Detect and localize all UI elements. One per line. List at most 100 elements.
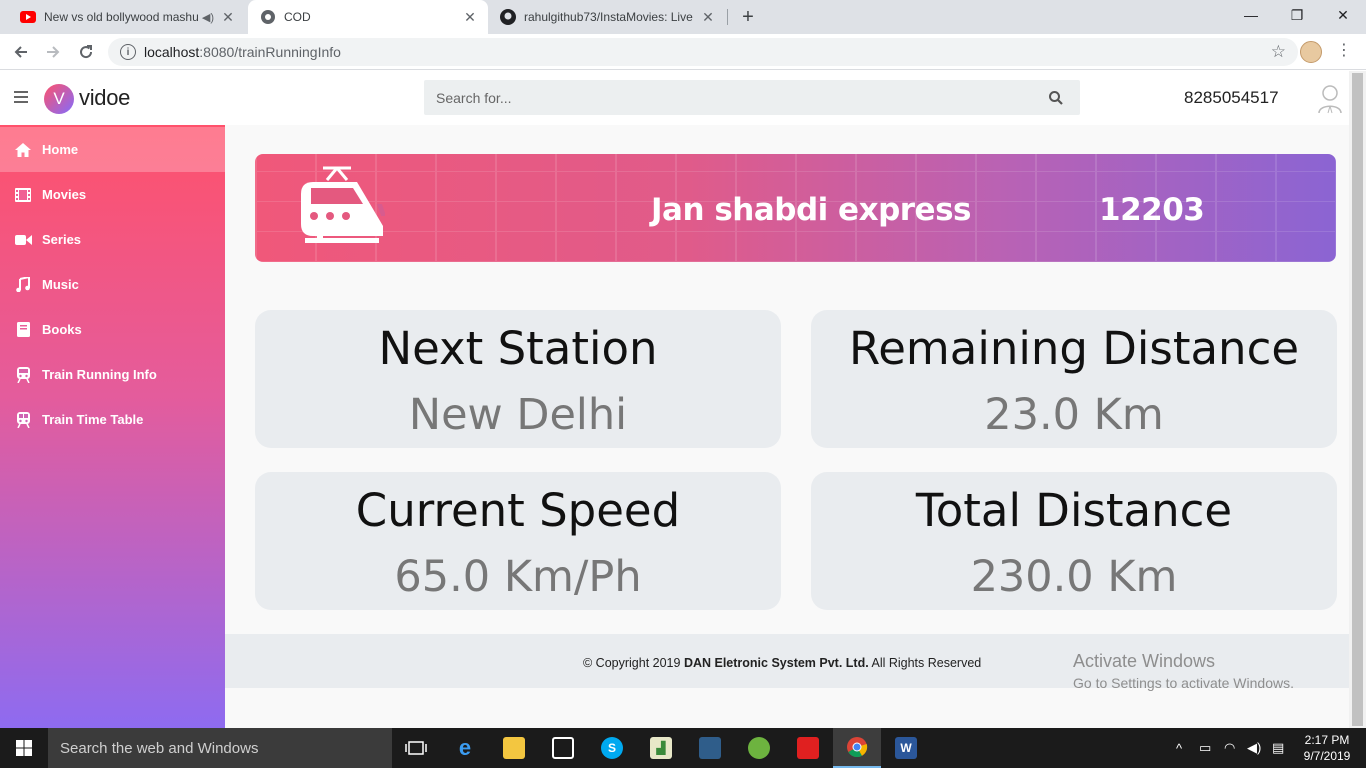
sidebar-item-series[interactable]: Series	[0, 217, 225, 262]
search-bar	[424, 80, 1080, 115]
url-host: localhost	[144, 44, 200, 60]
globe-icon	[260, 9, 276, 25]
bookmark-star-icon[interactable]: ☆	[1271, 42, 1286, 62]
sidebar-item-movies[interactable]: Movies	[0, 172, 225, 217]
music-icon	[14, 277, 32, 293]
close-tab-icon[interactable]: ✕	[220, 9, 236, 26]
wifi-icon[interactable]: ◠	[1224, 728, 1235, 768]
main-content: Jan shabdi express 12203 Next Station Ne…	[225, 125, 1349, 728]
card-value: New Delhi	[408, 390, 628, 440]
minimize-button[interactable]: —	[1228, 0, 1274, 30]
card-label: Remaining Distance	[848, 322, 1300, 375]
store-icon[interactable]	[539, 728, 587, 768]
company-name[interactable]: DAN Eletronic System Pvt. Ltd.	[684, 656, 869, 670]
sidebar-item-train-running-info[interactable]: Train Running Info	[0, 352, 225, 397]
scrollbar-thumb[interactable]	[1352, 73, 1363, 726]
profile-avatar-icon[interactable]	[1300, 41, 1322, 63]
speaker-icon[interactable]: ◀)	[202, 11, 214, 24]
watermark-title: Activate Windows	[1073, 651, 1216, 671]
sidebar-item-label: Train Running Info	[42, 367, 157, 382]
address-bar[interactable]: i localhost:8080/trainRunningInfo ☆	[108, 38, 1298, 66]
system-clock[interactable]: 2:17 PM 9/7/2019	[1298, 732, 1356, 764]
card-value: 230.0 Km	[970, 552, 1178, 602]
sidebar-item-home[interactable]: Home	[0, 127, 225, 172]
windows-taskbar: Search the web and Windows e S ▟ W ^ ▭ ◠…	[0, 728, 1366, 768]
logo-text[interactable]: vidoe	[79, 85, 130, 111]
reload-icon[interactable]	[74, 40, 98, 64]
browser-tab-github[interactable]: rahulgithub73/InstaMovies: Live streamin…	[488, 0, 726, 34]
subway-icon	[14, 411, 32, 428]
sidebar: Home Movies Series Music Books Train Run…	[0, 125, 225, 728]
card-value: 65.0 Km/Ph	[394, 552, 642, 602]
back-arrow-icon[interactable]	[9, 40, 33, 64]
mysql-workbench-icon[interactable]	[686, 728, 734, 768]
chrome-icon[interactable]	[833, 728, 881, 768]
tab-title: New vs old bollywood mashup	[44, 10, 198, 24]
activate-windows-watermark: Activate Windows Go to Settings to activ…	[1073, 651, 1294, 691]
browser-tab-youtube[interactable]: New vs old bollywood mashup ◀) ✕	[8, 0, 246, 34]
restore-button[interactable]: ❐	[1274, 0, 1320, 30]
word-icon[interactable]: W	[882, 728, 930, 768]
browser-tab-strip: New vs old bollywood mashup ◀) ✕ COD ✕ r…	[0, 0, 1366, 34]
volume-icon[interactable]: ◀)	[1247, 728, 1261, 768]
page-scrollbar[interactable]	[1349, 71, 1366, 728]
card-value: 23.0 Km	[984, 390, 1164, 440]
clock-date: 9/7/2019	[1303, 749, 1351, 763]
train-name: Jan shabdi express	[651, 192, 971, 228]
close-window-button[interactable]: ✕	[1320, 0, 1366, 30]
file-explorer-icon[interactable]	[490, 728, 538, 768]
app-header: V vidoe 8285054517	[0, 71, 1349, 125]
task-view-icon[interactable]	[392, 728, 440, 768]
sidebar-item-books[interactable]: Books	[0, 307, 225, 352]
close-tab-icon[interactable]: ✕	[700, 9, 716, 26]
info-icon[interactable]: i	[120, 44, 136, 60]
home-icon	[14, 142, 32, 158]
spreadsheet-app-icon[interactable]: ▟	[637, 728, 685, 768]
forward-arrow-icon[interactable]	[41, 40, 65, 64]
tab-separator	[727, 9, 728, 25]
taskbar-search-input[interactable]: Search the web and Windows	[48, 728, 392, 768]
sidebar-item-label: Music	[42, 277, 79, 292]
skype-icon[interactable]: S	[588, 728, 636, 768]
sidebar-item-music[interactable]: Music	[0, 262, 225, 307]
sidebar-item-train-time-table[interactable]: Train Time Table	[0, 397, 225, 442]
hamburger-menu-icon[interactable]	[14, 91, 28, 106]
edge-browser-icon[interactable]: e	[441, 728, 489, 768]
tab-title: rahulgithub73/InstaMovies: Live streamin…	[524, 10, 694, 24]
user-avatar-icon[interactable]	[1316, 82, 1344, 114]
total-distance-card: Total Distance 230.0 Km	[811, 472, 1337, 610]
copyright-text: © Copyright 2019 DAN Eletronic System Pv…	[583, 656, 981, 670]
train-banner: Jan shabdi express 12203	[255, 154, 1336, 262]
battery-icon[interactable]: ▭	[1199, 728, 1211, 768]
current-speed-card: Current Speed 65.0 Km/Ph	[255, 472, 781, 610]
youtube-icon	[20, 9, 36, 25]
book-icon	[14, 322, 32, 338]
train-front-icon	[297, 166, 387, 246]
phone-number: 8285054517	[1184, 88, 1279, 107]
clock-time: 2:17 PM	[1304, 733, 1350, 747]
sidebar-item-label: Series	[42, 232, 82, 247]
card-label: Next Station	[378, 322, 658, 375]
close-tab-icon[interactable]: ✕	[462, 9, 478, 26]
browser-menu-icon[interactable]: ⋮	[1336, 40, 1352, 60]
logo-badge[interactable]: V	[44, 84, 74, 114]
card-label: Total Distance	[915, 484, 1233, 537]
show-hidden-icons-icon[interactable]: ^	[1176, 728, 1182, 768]
search-input[interactable]	[436, 89, 1036, 106]
remaining-distance-card: Remaining Distance 23.0 Km	[811, 310, 1337, 448]
search-icon[interactable]	[1048, 90, 1064, 106]
github-icon	[500, 9, 516, 25]
video-camera-icon	[14, 232, 32, 248]
footer: © Copyright 2019 DAN Eletronic System Pv…	[225, 634, 1349, 691]
watermark-subtitle: Go to Settings to activate Windows.	[1073, 675, 1294, 691]
acrobat-reader-icon[interactable]	[784, 728, 832, 768]
windows-start-icon[interactable]	[0, 728, 48, 768]
sidebar-item-label: Train Time Table	[42, 412, 144, 427]
notifications-icon[interactable]: ▤	[1272, 728, 1284, 768]
browser-tab-cod[interactable]: COD ✕	[248, 0, 488, 34]
spring-tool-icon[interactable]	[735, 728, 783, 768]
copyright-prefix: © Copyright 2019	[583, 656, 684, 670]
copyright-suffix: All Rights Reserved	[868, 656, 982, 670]
sidebar-item-label: Books	[42, 322, 82, 337]
new-tab-button[interactable]: +	[736, 5, 760, 29]
